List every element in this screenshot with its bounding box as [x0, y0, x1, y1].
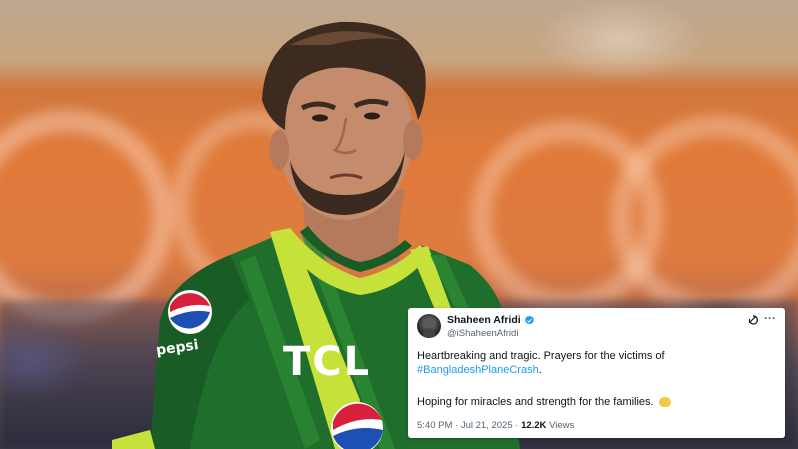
tweet-card[interactable]: Shaheen Afridi @iShaheenAfridi ··· Heart… [408, 308, 785, 438]
meta-separator: · [452, 420, 461, 431]
tweet-meta: 5:40 PM · Jul 21, 2025 · 12.2K Views [417, 420, 574, 431]
folded-hands-emoji [658, 397, 671, 407]
meta-separator: · [512, 420, 522, 431]
tweet-author[interactable]: Shaheen Afridi [447, 314, 535, 326]
jersey-sponsor-text: TCL [283, 339, 372, 385]
display-name[interactable]: Shaheen Afridi [447, 314, 521, 326]
avatar[interactable] [417, 314, 441, 338]
hashtag-trailing: . [538, 364, 542, 376]
views-label: Views [549, 420, 575, 431]
tweet-text-line2: Hoping for miracles and strength for the… [417, 396, 654, 408]
pepsi-logo-icon [168, 290, 212, 334]
tweet-time[interactable]: 5:40 PM [417, 420, 452, 431]
verified-badge-icon [524, 315, 534, 324]
hashtag-line: #BangladeshPlaneCrash. [417, 364, 542, 376]
tweet-date[interactable]: Jul 21, 2025 [461, 420, 513, 431]
more-options-icon[interactable]: ··· [764, 311, 776, 325]
hashtag-link[interactable]: #BangladeshPlaneCrash [417, 364, 539, 376]
views-count: 12.2K [521, 420, 547, 431]
grok-icon[interactable] [747, 314, 759, 326]
tweet-text-line1: Heartbreaking and tragic. Prayers for th… [417, 350, 665, 362]
tweet-text-line2-row: Hoping for miracles and strength for the… [417, 396, 671, 408]
author-handle[interactable]: @iShaheenAfridi [447, 328, 518, 339]
